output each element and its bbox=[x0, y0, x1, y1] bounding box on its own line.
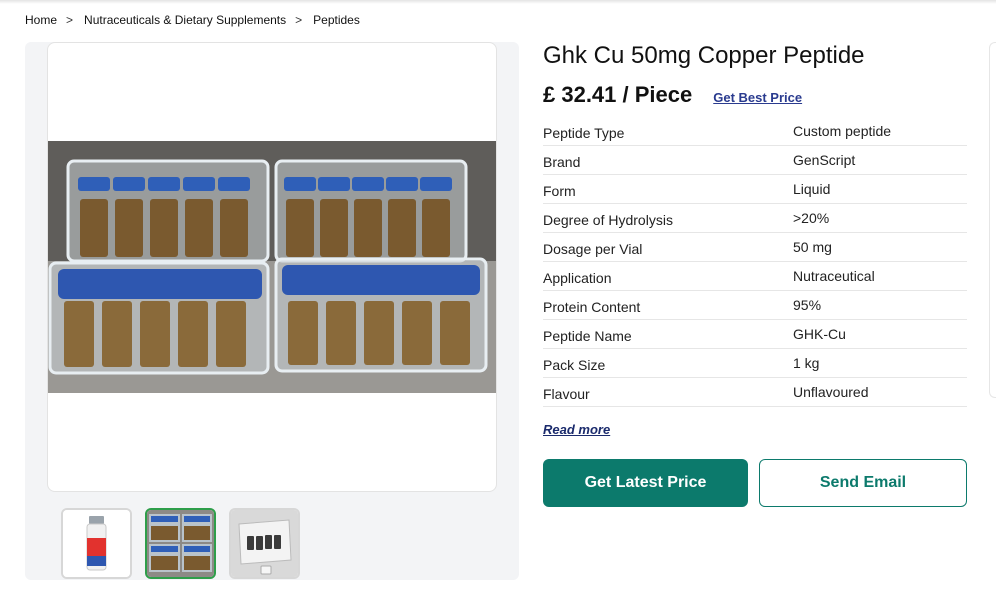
get-latest-price-button[interactable]: Get Latest Price bbox=[543, 459, 748, 507]
spec-label: Pack Size bbox=[543, 357, 606, 373]
breadcrumb-separator: > bbox=[66, 13, 74, 27]
spec-value: Nutraceutical bbox=[793, 268, 875, 284]
get-best-price-link[interactable]: Get Best Price bbox=[713, 90, 802, 105]
breadcrumb-category[interactable]: Nutraceuticals & Dietary Supplements bbox=[84, 13, 286, 27]
spec-value: 95% bbox=[793, 297, 822, 313]
spec-row: Dosage per Vial 50 mg bbox=[543, 233, 967, 262]
spec-row: Protein Content 95% bbox=[543, 291, 967, 320]
thumbnail-vial[interactable] bbox=[61, 508, 132, 579]
price-row: £ 32.41 / Piece Get Best Price bbox=[543, 82, 802, 108]
spec-value: Unflavoured bbox=[793, 384, 869, 400]
spec-label: Protein Content bbox=[543, 299, 641, 315]
spec-value: >20% bbox=[793, 210, 830, 226]
send-email-button[interactable]: Send Email bbox=[759, 459, 967, 507]
spec-value: Liquid bbox=[793, 181, 831, 197]
spec-label: Peptide Name bbox=[543, 328, 632, 344]
main-product-image[interactable] bbox=[47, 42, 497, 492]
thumbnail-vial-carton[interactable] bbox=[229, 508, 300, 579]
spec-value: 50 mg bbox=[793, 239, 832, 255]
spec-row: Brand GenScript bbox=[543, 146, 967, 175]
peptide-vials-photo bbox=[48, 141, 496, 393]
product-gallery bbox=[25, 42, 519, 580]
spec-label: Dosage per Vial bbox=[543, 241, 643, 257]
spec-value: Custom peptide bbox=[793, 123, 892, 139]
product-title: Ghk Cu 50mg Copper Peptide bbox=[543, 42, 865, 69]
breadcrumb-separator: > bbox=[295, 13, 303, 27]
spec-label: Peptide Type bbox=[543, 125, 625, 141]
read-more-link[interactable]: Read more bbox=[543, 422, 610, 437]
side-panel-edge bbox=[989, 42, 996, 398]
spec-label: Application bbox=[543, 270, 612, 286]
spec-value: GHK-Cu bbox=[793, 326, 846, 342]
spec-row: Pack Size 1 kg bbox=[543, 349, 967, 378]
spec-label: Form bbox=[543, 183, 576, 199]
product-price: £ 32.41 / Piece bbox=[543, 82, 693, 107]
spec-value: 1 kg bbox=[793, 355, 820, 371]
header-shadow bbox=[0, 0, 996, 4]
spec-row: Peptide Type Custom peptide bbox=[543, 117, 967, 146]
spec-table: Peptide Type Custom peptide Brand GenScr… bbox=[543, 117, 967, 407]
spec-label: Flavour bbox=[543, 386, 590, 402]
thumbnail-vial-boxes[interactable] bbox=[145, 508, 216, 579]
spec-label: Degree of Hydrolysis bbox=[543, 212, 673, 228]
breadcrumb-subcategory[interactable]: Peptides bbox=[313, 13, 360, 27]
spec-value: GenScript bbox=[793, 152, 856, 168]
spec-label: Brand bbox=[543, 154, 581, 170]
thumbnail-strip bbox=[61, 508, 300, 579]
breadcrumb-home[interactable]: Home bbox=[25, 13, 57, 27]
spec-row: Flavour Unflavoured bbox=[543, 378, 967, 407]
spec-row: Degree of Hydrolysis >20% bbox=[543, 204, 967, 233]
breadcrumb: Home > Nutraceuticals & Dietary Suppleme… bbox=[25, 13, 360, 27]
spec-row: Peptide Name GHK-Cu bbox=[543, 320, 967, 349]
spec-row: Form Liquid bbox=[543, 175, 967, 204]
spec-row: Application Nutraceutical bbox=[543, 262, 967, 291]
